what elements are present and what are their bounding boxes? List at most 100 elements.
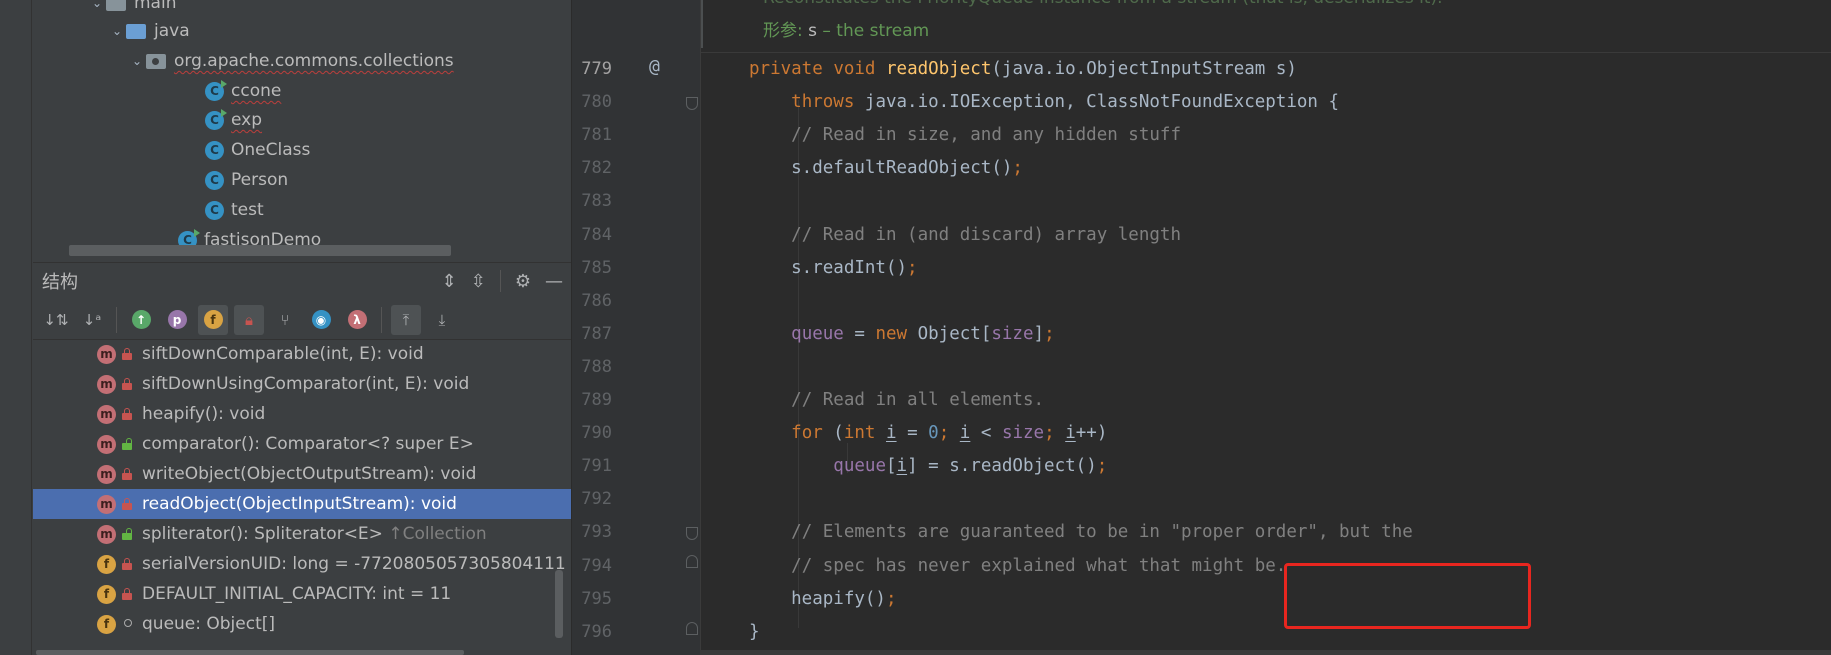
show-non-public-button[interactable]: 🔒︎: [234, 304, 264, 335]
highlight-annotation-box: [1284, 563, 1531, 629]
runnable-class-icon: C: [205, 108, 227, 130]
private-lock-icon: [122, 408, 132, 420]
structure-item[interactable]: m siftDownComparable(int, E): void: [33, 339, 571, 369]
code-line[interactable]: private void readObject(java.io.ObjectIn…: [749, 53, 1297, 86]
structure-item[interactable]: f serialVersionUID: long = -772080505730…: [33, 549, 571, 579]
class-icon: C: [205, 170, 224, 190]
expand-all-icon[interactable]: ⇕: [442, 271, 457, 292]
show-inherited-button[interactable]: ↑: [126, 305, 156, 335]
structure-item-selected[interactable]: m readObject(ObjectInputStream): void: [33, 489, 571, 519]
editor-horizontal-scrollbar[interactable]: [700, 650, 1831, 655]
public-unlock-icon: [122, 528, 132, 540]
tree-item-test[interactable]: C test: [205, 195, 264, 225]
structure-vertical-scrollbar[interactable]: [555, 570, 563, 638]
code-line[interactable]: queue[i] = s.readObject();: [749, 450, 1107, 483]
autoscroll-to-source-icon: ⤒: [402, 310, 410, 329]
fold-collapse-icon[interactable]: [686, 97, 698, 110]
structure-item[interactable]: f DEFAULT_INITIAL_CAPACITY: int = 11: [33, 579, 571, 609]
structure-panel-header: 结构 ⇕ ⇳ ⚙ —: [33, 262, 571, 298]
autoscroll-from-source-icon: ⤓: [438, 310, 446, 329]
class-icon: C: [205, 200, 224, 220]
hierarchy-icon: ⑂: [280, 310, 290, 329]
code-line[interactable]: }: [749, 616, 760, 649]
method-icon: m: [97, 434, 116, 454]
tree-item-exp[interactable]: C exp: [205, 105, 262, 135]
line-number: 780: [581, 92, 612, 113]
structure-item[interactable]: f queue: Object[]: [33, 609, 571, 639]
line-number: 783: [581, 191, 612, 212]
field-icon: f: [97, 584, 116, 604]
structure-item[interactable]: m siftDownUsingComparator(int, E): void: [33, 369, 571, 399]
line-number: 786: [581, 290, 612, 311]
line-number: 785: [581, 257, 612, 278]
private-lock-icon: [122, 348, 132, 360]
collapse-all-icon[interactable]: ⇳: [471, 271, 486, 292]
code-line[interactable]: heapify();: [749, 583, 896, 616]
tree-item-package[interactable]: ⌄ org.apache.commons.collections: [128, 46, 454, 76]
class-icon: C: [205, 140, 224, 160]
method-icon: m: [97, 344, 116, 364]
chevron-down-icon[interactable]: ⌄: [88, 0, 106, 10]
private-lock-icon: [122, 498, 132, 510]
fold-expand-icon[interactable]: [686, 555, 698, 568]
structure-list: m siftDownComparable(int, E): void m sif…: [33, 341, 571, 655]
javadoc-description: Reconstitutes the PriorityQueue instance…: [763, 0, 1443, 8]
structure-item[interactable]: m comparator(): Comparator<? super E>: [33, 429, 571, 459]
structure-item[interactable]: m writeObject(ObjectOutputStream): void: [33, 459, 571, 489]
tree-item-java[interactable]: ⌄ java: [108, 16, 190, 46]
show-hierarchy-button[interactable]: ⑂: [270, 305, 300, 335]
runnable-class-icon: C: [205, 79, 227, 101]
tree-item-ccone[interactable]: C ccone: [205, 76, 281, 106]
anonymous-class-icon: ◉: [311, 310, 331, 329]
method-icon: m: [97, 524, 116, 544]
method-icon: m: [97, 374, 116, 394]
line-number: 784: [581, 224, 612, 245]
autoscroll-from-source-button[interactable]: ⤓: [427, 305, 457, 335]
lock-icon: 🔒︎: [245, 310, 253, 329]
structure-item[interactable]: m spliterator(): Spliterator<E> ↑Collect…: [33, 519, 571, 549]
gear-icon[interactable]: ⚙: [515, 271, 531, 292]
show-anonymous-button[interactable]: ◉: [306, 305, 336, 335]
code-line[interactable]: // spec has never explained what that mi…: [749, 550, 1286, 583]
code-line[interactable]: // Read in all elements.: [749, 384, 1044, 417]
code-line[interactable]: queue = new Object[size];: [749, 318, 1054, 351]
javadoc-param: 形参: s – the stream: [763, 21, 930, 41]
code-line[interactable]: for (int i = 0; i < size; i++): [749, 417, 1107, 450]
fold-collapse-icon[interactable]: [686, 527, 698, 540]
code-line[interactable]: // Elements are guaranteed to be in "pro…: [749, 516, 1413, 549]
override-marker-icon[interactable]: @: [649, 56, 660, 77]
line-number: 789: [581, 390, 612, 410]
code-line[interactable]: // Read in size, and any hidden stuff: [749, 119, 1181, 152]
tool-window-strip: [0, 0, 32, 655]
show-fields-button[interactable]: f: [198, 304, 228, 335]
chevron-down-icon[interactable]: ⌄: [128, 54, 146, 68]
code-line[interactable]: s.defaultReadObject();: [749, 152, 1023, 185]
inherited-from-label: ↑Collection: [388, 524, 487, 544]
field-icon: f: [97, 554, 116, 574]
code-line[interactable]: throws java.io.IOException, ClassNotFoun…: [749, 86, 1339, 119]
left-panel: ⌄ main ⌄ java ⌄ org.apache.commons.colle…: [0, 0, 571, 655]
field-icon: f: [97, 614, 116, 634]
sort-by-visibility-button[interactable]: ↓⇅: [41, 305, 71, 335]
structure-panel-title: 结构: [42, 271, 78, 293]
code-line[interactable]: // Read in (and discard) array length: [749, 219, 1181, 252]
fold-expand-icon[interactable]: [686, 622, 698, 635]
chevron-down-icon[interactable]: ⌄: [108, 24, 126, 38]
tree-item-person[interactable]: C Person: [205, 165, 288, 195]
method-icon: m: [97, 404, 116, 424]
autoscroll-to-source-button[interactable]: ⤒: [391, 304, 421, 335]
code-line[interactable]: s.readInt();: [749, 252, 917, 285]
sort-alphabetically-button[interactable]: ↓ᵃ: [77, 305, 107, 335]
tree-horizontal-scrollbar[interactable]: [69, 245, 451, 256]
code-editor[interactable]: Reconstitutes the PriorityQueue instance…: [572, 0, 1831, 655]
line-number: 782: [581, 158, 612, 179]
structure-item[interactable]: m heapify(): void: [33, 399, 571, 429]
minimize-icon[interactable]: —: [545, 271, 563, 292]
show-lambdas-button[interactable]: λ: [342, 305, 372, 335]
line-number: 779: [581, 59, 612, 79]
sort-visibility-icon: ↓⇅: [43, 310, 69, 329]
rendered-javadoc: Reconstitutes the PriorityQueue instance…: [701, 0, 1831, 48]
tree-item-oneclass[interactable]: C OneClass: [205, 135, 310, 165]
structure-horizontal-scrollbar[interactable]: [36, 650, 464, 655]
show-properties-button[interactable]: p: [162, 305, 192, 335]
